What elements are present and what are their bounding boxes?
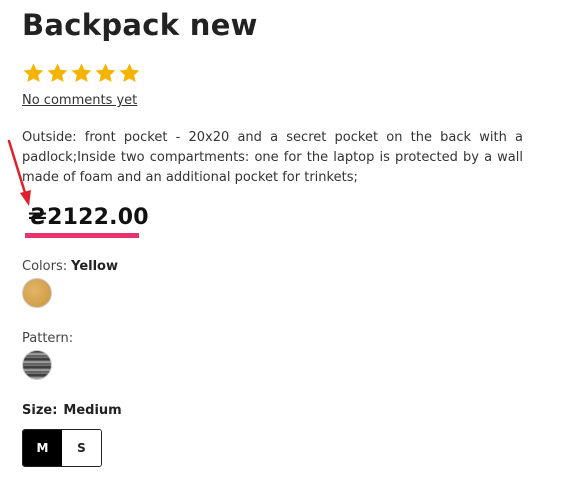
star-icon: [47, 63, 68, 83]
product-description: Outside: front pocket - 20x20 and a secr…: [22, 130, 523, 185]
star-icon: [95, 63, 116, 83]
price-highlight-underline: [25, 233, 139, 238]
pattern-label: Pattern:: [22, 331, 74, 346]
star-icon: [23, 63, 44, 83]
size-button-s[interactable]: S: [62, 430, 101, 466]
pattern-label-row: Pattern:: [22, 331, 73, 346]
price-block: ₴2122.00: [25, 205, 149, 238]
color-swatch-yellow[interactable]: [22, 278, 52, 308]
size-selector: M S: [22, 429, 102, 467]
colors-label: Colors:: [22, 259, 68, 274]
colors-selected-value: Yellow: [71, 259, 118, 274]
product-price: ₴2122.00: [28, 205, 149, 230]
size-selected-value: Medium: [63, 403, 122, 418]
pattern-swatch[interactable]: [22, 350, 52, 380]
size-label-row: Size: Medium: [22, 403, 122, 418]
size-button-m[interactable]: M: [23, 430, 62, 466]
colors-label-row: Colors: Yellow: [22, 259, 118, 274]
star-icon: [71, 63, 92, 83]
product-title: Backpack new: [22, 8, 258, 42]
comments-link[interactable]: No comments yet: [22, 93, 137, 108]
size-label: Size:: [22, 403, 58, 418]
star-icon: [119, 63, 140, 83]
rating-stars: [22, 62, 141, 85]
